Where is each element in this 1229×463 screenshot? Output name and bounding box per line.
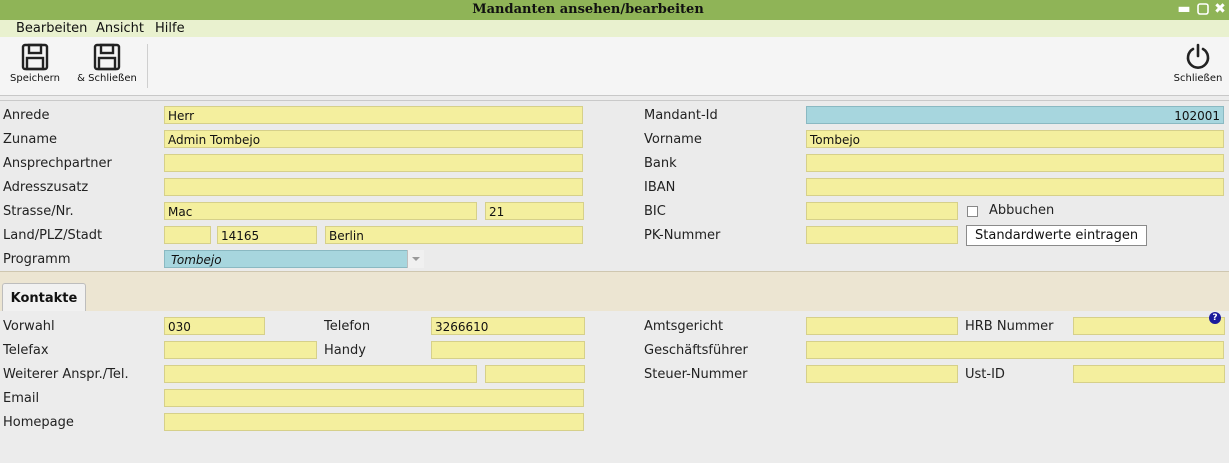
- email-field[interactable]: [164, 389, 584, 407]
- anrede-label: Anrede: [3, 108, 50, 123]
- ust-id-field[interactable]: [1073, 365, 1225, 383]
- strasse-label: Strasse/Nr.: [3, 204, 74, 219]
- programm-dropdown-button[interactable]: [407, 250, 424, 268]
- ust-id-label: Ust-ID: [965, 367, 1005, 382]
- weiterer-phone-field[interactable]: [485, 365, 585, 383]
- vorwahl-field[interactable]: 030: [164, 317, 265, 335]
- abbuchen-checkbox[interactable]: [967, 206, 978, 217]
- hrb-field[interactable]: [1073, 317, 1225, 335]
- handy-field[interactable]: [431, 341, 585, 359]
- mandant-id-field: 102001: [806, 106, 1224, 124]
- vorname-field[interactable]: Tombejo: [806, 130, 1224, 148]
- tab-strip: [0, 271, 1229, 312]
- ansprechpartner-label: Ansprechpartner: [3, 156, 112, 171]
- programm-label: Programm: [3, 252, 71, 267]
- country-field[interactable]: [164, 226, 211, 244]
- pk-nummer-label: PK-Nummer: [644, 228, 721, 243]
- bank-field[interactable]: [806, 154, 1224, 172]
- close-label: Schließen: [1173, 73, 1223, 84]
- close-button[interactable]: Schließen: [1168, 41, 1228, 93]
- bic-field[interactable]: [806, 202, 958, 220]
- toolbar-separator: [147, 44, 148, 88]
- telefon-label: Telefon: [324, 319, 371, 334]
- menu-bearbeiten[interactable]: Bearbeiten: [16, 20, 87, 37]
- iban-label: IBAN: [644, 180, 676, 195]
- minimize-icon[interactable]: ▬: [1176, 0, 1192, 18]
- bank-label: Bank: [644, 156, 677, 171]
- amtsgericht-field[interactable]: [806, 317, 958, 335]
- abbuchen-label: Abbuchen: [989, 203, 1055, 218]
- adresszusatz-label: Adresszusatz: [3, 180, 89, 195]
- geschaeftsfuehrer-field[interactable]: [806, 341, 1224, 359]
- house-number-field[interactable]: 21: [485, 202, 584, 220]
- mandant-id-label: Mandant-Id: [644, 108, 718, 123]
- save-and-close-label: & Schließen: [77, 73, 137, 84]
- weiterer-name-field[interactable]: [164, 365, 477, 383]
- geschaeftsfuehrer-label: Geschäftsführer: [644, 343, 748, 358]
- zuname-field[interactable]: Admin Tombejo: [164, 130, 583, 148]
- maximize-icon[interactable]: [1195, 0, 1211, 18]
- ansprechpartner-field[interactable]: [164, 154, 583, 172]
- hrb-label: HRB Nummer: [965, 319, 1054, 334]
- chevron-down-icon: [412, 257, 420, 261]
- menu-hilfe[interactable]: Hilfe: [155, 20, 185, 37]
- question-icon[interactable]: ?: [1209, 312, 1221, 324]
- iban-field[interactable]: [806, 178, 1224, 196]
- street-field[interactable]: Mac: [164, 202, 477, 220]
- steuer-nummer-label: Steuer-Nummer: [644, 367, 748, 382]
- city-field[interactable]: Berlin: [325, 226, 583, 244]
- close-window-icon[interactable]: ✖: [1212, 0, 1228, 18]
- window-title: Mandanten ansehen/bearbeiten: [472, 2, 704, 17]
- tab-kontakte[interactable]: Kontakte: [2, 283, 86, 311]
- programm-select[interactable]: Tombejo: [164, 250, 424, 268]
- zuname-label: Zuname: [3, 132, 58, 147]
- pk-nummer-field[interactable]: [806, 226, 958, 244]
- email-label: Email: [3, 391, 40, 406]
- telefax-field[interactable]: [164, 341, 317, 359]
- telefax-label: Telefax: [3, 343, 49, 358]
- toolbar: [0, 37, 1229, 96]
- vorname-label: Vorname: [644, 132, 702, 147]
- anrede-field[interactable]: Herr: [164, 106, 583, 124]
- amtsgericht-label: Amtsgericht: [644, 319, 724, 334]
- adresszusatz-field[interactable]: [164, 178, 583, 196]
- homepage-field[interactable]: [164, 413, 584, 431]
- land-plz-stadt-label: Land/PLZ/Stadt: [3, 228, 103, 243]
- homepage-label: Homepage: [3, 415, 74, 430]
- plz-field[interactable]: 14165: [217, 226, 317, 244]
- floppy-disk-icon: [93, 43, 121, 71]
- save-and-close-button[interactable]: & Schließen: [72, 41, 142, 93]
- save-label: Speichern: [10, 73, 60, 84]
- bic-label: BIC: [644, 204, 666, 219]
- weiterer-label: Weiterer Anspr./Tel.: [3, 367, 129, 382]
- floppy-disk-icon: [21, 43, 49, 71]
- standardwerte-button[interactable]: Standardwerte eintragen: [966, 225, 1148, 246]
- save-button[interactable]: Speichern: [4, 41, 66, 93]
- steuer-nummer-field[interactable]: [806, 365, 958, 383]
- power-icon: [1186, 43, 1210, 69]
- programm-value: Tombejo: [171, 253, 222, 267]
- telefon-field[interactable]: 3266610: [431, 317, 585, 335]
- vorwahl-label: Vorwahl: [3, 319, 55, 334]
- menu-ansicht[interactable]: Ansicht: [96, 20, 144, 37]
- handy-label: Handy: [324, 343, 366, 358]
